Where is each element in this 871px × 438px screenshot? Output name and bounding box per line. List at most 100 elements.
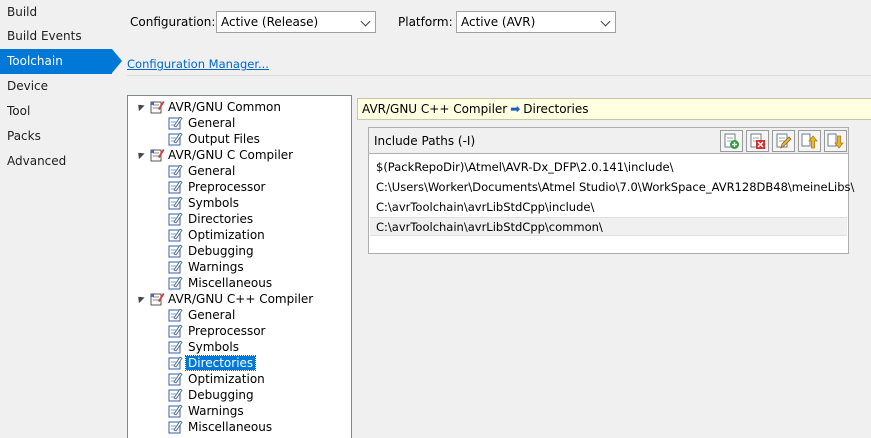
include-paths-panel: Include Paths (-I) $(PackRepoDir)\Atmel\… (368, 127, 854, 254)
tree-item-preprocessor[interactable]: Preprocessor (167, 179, 267, 195)
tree-item-debugging[interactable]: Debugging (167, 387, 256, 403)
property-page-icon (167, 388, 186, 402)
tree-item-label: General (188, 164, 236, 178)
arrow-down-icon (827, 133, 844, 149)
tree-item-label: Directories (184, 355, 257, 371)
arrow-up-icon (801, 133, 818, 149)
property-page-icon (167, 404, 186, 418)
arrow-right-icon: ➡ (510, 102, 521, 116)
property-page-icon (167, 308, 186, 322)
platform-dropdown[interactable]: Active (AVR) (456, 11, 616, 33)
tree-item-optimization[interactable]: Optimization (167, 371, 267, 387)
tree-item-general[interactable]: General (167, 115, 237, 131)
expander-icon[interactable] (135, 101, 145, 112)
nav-item-device[interactable]: Device (0, 74, 48, 99)
property-page-icon (167, 244, 186, 258)
tree-item-output-files[interactable]: Output Files (167, 131, 262, 147)
property-page-icon (167, 372, 186, 386)
property-page-icon (167, 180, 186, 194)
nav-item-packs[interactable]: Packs (0, 124, 41, 149)
configuration-manager-link[interactable]: Configuration Manager... (127, 57, 269, 71)
nav-item-build[interactable]: Build (0, 0, 37, 25)
tree-group-label: AVR/GNU C Compiler (168, 148, 294, 162)
tree-item-general[interactable]: General (167, 307, 237, 323)
tree-group-label: AVR/GNU Common (168, 100, 281, 114)
add-icon (724, 133, 739, 149)
tree-item-label: Preprocessor (188, 180, 266, 194)
property-page-icon (167, 228, 186, 242)
expander-icon[interactable] (135, 149, 145, 160)
configuration-value: Active (Release) (221, 15, 319, 29)
breadcrumb-section: AVR/GNU C++ Compiler (362, 102, 508, 116)
property-page-icon (167, 420, 186, 434)
tree-item-label: General (188, 308, 236, 322)
nav-item-advanced[interactable]: Advanced (0, 149, 66, 174)
tree-item-label: Optimization (188, 372, 265, 386)
tree-item-symbols[interactable]: Symbols (167, 195, 241, 211)
include-path-row-selected[interactable]: C:\avrToolchain\avrLibStdCpp\common\ (370, 217, 847, 236)
property-page-icon (167, 356, 186, 370)
divider (127, 75, 871, 76)
tree-item-symbols[interactable]: Symbols (167, 339, 241, 355)
delete-icon (750, 133, 765, 149)
move-down-button[interactable] (824, 130, 847, 152)
configuration-dropdown[interactable]: Active (Release) (216, 11, 376, 33)
tree-item-label: Miscellaneous (188, 276, 273, 290)
add-item-button[interactable] (720, 130, 743, 152)
edit-item-button[interactable] (772, 130, 795, 152)
property-page-icon (167, 116, 186, 130)
tree-item-label: Debugging (188, 244, 254, 258)
tree-item-label: Output Files (188, 132, 260, 146)
tree-item-label: Directories (188, 212, 254, 226)
breadcrumb-page: Directories (523, 102, 589, 116)
settings-tree[interactable]: AVR/GNU Common General Output Files AVR/GNU… (127, 95, 352, 438)
tree-item-debugging[interactable]: Debugging (167, 243, 256, 259)
delete-item-button[interactable] (746, 130, 769, 152)
tree-item-optimization[interactable]: Optimization (167, 227, 267, 243)
nav-item-build-events[interactable]: Build Events (0, 24, 82, 49)
include-path-row[interactable]: $(PackRepoDir)\Atmel\AVR-Dx_DFP\2.0.141\… (370, 158, 847, 177)
property-page-icon (167, 212, 186, 226)
tree-item-label: Symbols (188, 196, 239, 210)
tree-item-label: Warnings (188, 260, 244, 274)
tree-item-miscellaneous[interactable]: Miscellaneous (167, 419, 274, 435)
tree-item-label: Optimization (188, 228, 265, 242)
chevron-down-icon (360, 16, 371, 27)
tree-item-label: Debugging (188, 388, 254, 402)
tree-item-label: General (188, 116, 236, 130)
property-page-icon (167, 276, 186, 290)
property-page-icon (167, 260, 186, 274)
nav-item-tool[interactable]: Tool (0, 99, 30, 124)
tree-item-label: Preprocessor (188, 324, 266, 338)
configuration-label: Configuration: (130, 15, 216, 29)
property-page-icon (167, 324, 186, 338)
include-paths-title: Include Paths (-I) (374, 134, 476, 148)
category-nav: Build Build Events Toolchain Device Tool… (0, 0, 122, 438)
expander-icon[interactable] (135, 293, 145, 304)
tree-item-label: Symbols (188, 340, 239, 354)
breadcrumb: AVR/GNU C++ Compiler ➡ Directories (357, 98, 871, 120)
property-page-icon (167, 196, 186, 210)
tree-item-preprocessor[interactable]: Preprocessor (167, 323, 267, 339)
include-path-row[interactable]: C:\Users\Worker\Documents\Atmel Studio\7… (370, 178, 854, 197)
move-up-button[interactable] (798, 130, 821, 152)
tree-item-label: Warnings (188, 404, 244, 418)
platform-label: Platform: (398, 15, 453, 29)
edit-icon (776, 133, 792, 149)
tree-item-warnings[interactable]: Warnings (167, 259, 246, 275)
tree-item-directories[interactable]: Directories (167, 355, 257, 371)
include-path-row[interactable]: C:\avrToolchain\avrLibStdCpp\include\ (370, 198, 847, 217)
tree-item-miscellaneous[interactable]: Miscellaneous (167, 275, 274, 291)
tree-item-warnings[interactable]: Warnings (167, 403, 246, 419)
platform-value: Active (AVR) (461, 15, 536, 29)
nav-item-toolchain[interactable]: Toolchain (0, 49, 122, 74)
tree-item-directories[interactable]: Directories (167, 211, 255, 227)
property-page-icon (167, 132, 186, 146)
tree-group-label: AVR/GNU C++ Compiler (168, 292, 314, 306)
include-paths-header: Include Paths (-I) (369, 128, 848, 154)
chevron-down-icon (600, 16, 611, 27)
tree-item-label: Miscellaneous (188, 420, 273, 434)
tree-item-general[interactable]: General (167, 163, 237, 179)
property-page-icon (167, 340, 186, 354)
property-page-icon (167, 164, 186, 178)
